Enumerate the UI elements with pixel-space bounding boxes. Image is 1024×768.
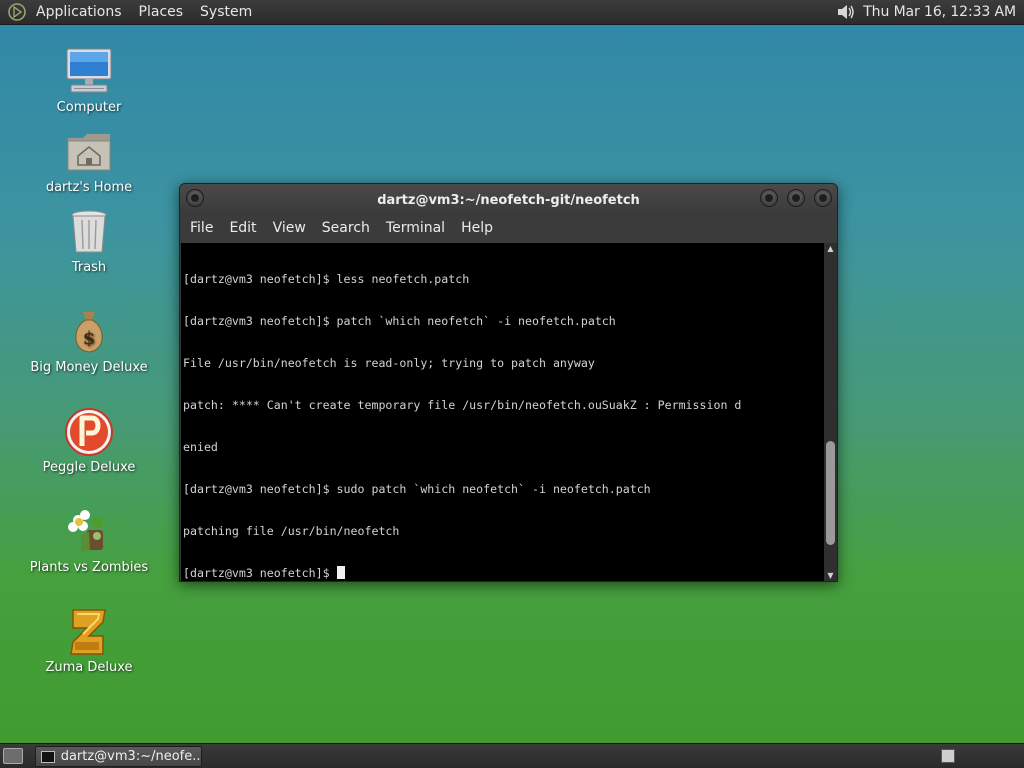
desktop-icon-peggle[interactable]: Peggle Deluxe [24,406,154,476]
plants-vs-zombies-icon [68,510,104,552]
desktop-icon-home[interactable]: dartz's Home [24,126,154,196]
terminal-line: [dartz@vm3 neofetch]$ sudo patch `which … [183,482,651,496]
desktop-icon-zuma[interactable]: Zuma Deluxe [24,606,154,676]
desktop-icon-plants-vs-zombies[interactable]: Plants vs Zombies [24,506,154,576]
maximize-button[interactable] [787,189,805,207]
places-menu[interactable]: Places [131,0,193,25]
terminal-icon [41,750,55,763]
system-menu[interactable]: System [192,0,261,25]
menu-view[interactable]: View [265,214,314,242]
menu-terminal[interactable]: Terminal [378,214,453,242]
desktop-icon-label: Computer [56,100,122,115]
terminal-line: patch: **** Can't create temporary file … [183,398,742,412]
text-cursor [336,566,345,579]
window-title: dartz@vm3:~/neofetch-git/neofetch [377,192,640,208]
bottom-panel: dartz@vm3:~/neofe... [0,743,1024,768]
terminal-line: enied [183,440,218,454]
desktop-icon-label: Big Money Deluxe [30,360,148,375]
window-titlebar[interactable]: dartz@vm3:~/neofetch-git/neofetch [180,184,837,214]
desktop-icon-trash[interactable]: Trash [24,206,154,276]
desktop-icon-label: Plants vs Zombies [29,560,149,575]
terminal-prompt: [dartz@vm3 neofetch]$ [183,566,337,580]
trash-icon [71,210,107,253]
desktop-icon-label: Zuma Deluxe [45,660,133,675]
desktop-icon-label: Peggle Deluxe [42,460,136,475]
money-bag-icon: $ [75,312,103,353]
menu-help[interactable]: Help [453,214,501,242]
top-panel-tray: Thu Mar 16, 12:33 AM [835,1,1024,23]
scroll-up-arrow-icon[interactable]: ▲ [824,243,837,255]
applications-menu[interactable]: Applications [28,0,131,25]
terminal-output[interactable]: [dartz@vm3 neofetch]$ less neofetch.patc… [181,243,824,581]
terminal-line: [dartz@vm3 neofetch]$ less neofetch.patc… [183,272,470,286]
home-folder-icon [67,134,111,171]
taskbar-window-label: dartz@vm3:~/neofe... [60,749,201,764]
menu-edit[interactable]: Edit [221,214,264,242]
show-desktop-button[interactable] [3,748,23,764]
desktop-icon-computer[interactable]: Computer [24,46,154,116]
peggle-icon [65,408,113,456]
computer-icon [66,48,112,93]
minimize-button[interactable] [760,189,778,207]
clock[interactable]: Thu Mar 16, 12:33 AM [863,4,1016,20]
workspace-switcher[interactable] [941,749,955,763]
menu-file[interactable]: File [182,214,221,242]
terminal-menubar: File Edit View Search Terminal Help [180,214,837,242]
menu-search[interactable]: Search [314,214,378,242]
taskbar-window-button[interactable]: dartz@vm3:~/neofe... [35,746,202,767]
desktop-icon-big-money[interactable]: $ Big Money Deluxe [24,306,154,376]
zuma-icon [70,609,106,655]
svg-text:$: $ [83,328,96,349]
distro-logo-icon[interactable] [6,1,28,23]
top-panel: Applications Places System Thu Mar 16, 1… [0,0,1024,25]
volume-icon[interactable] [835,1,857,23]
scrollbar-thumb[interactable] [826,441,835,545]
close-button[interactable] [814,189,832,207]
window-menu-button[interactable] [186,189,204,207]
scroll-down-arrow-icon[interactable]: ▼ [824,570,837,581]
desktop-icon-label: dartz's Home [45,180,133,195]
terminal-window[interactable]: dartz@vm3:~/neofetch-git/neofetch File E… [179,183,838,582]
terminal-line: patching file /usr/bin/neofetch [183,524,400,538]
terminal-prompt-line: [dartz@vm3 neofetch]$ [183,566,824,580]
desktop-icon-label: Trash [71,260,107,275]
terminal-line: File /usr/bin/neofetch is read-only; try… [183,356,595,370]
terminal-scrollbar[interactable]: ▲ ▼ [824,243,837,581]
terminal-line: [dartz@vm3 neofetch]$ patch `which neofe… [183,314,616,328]
